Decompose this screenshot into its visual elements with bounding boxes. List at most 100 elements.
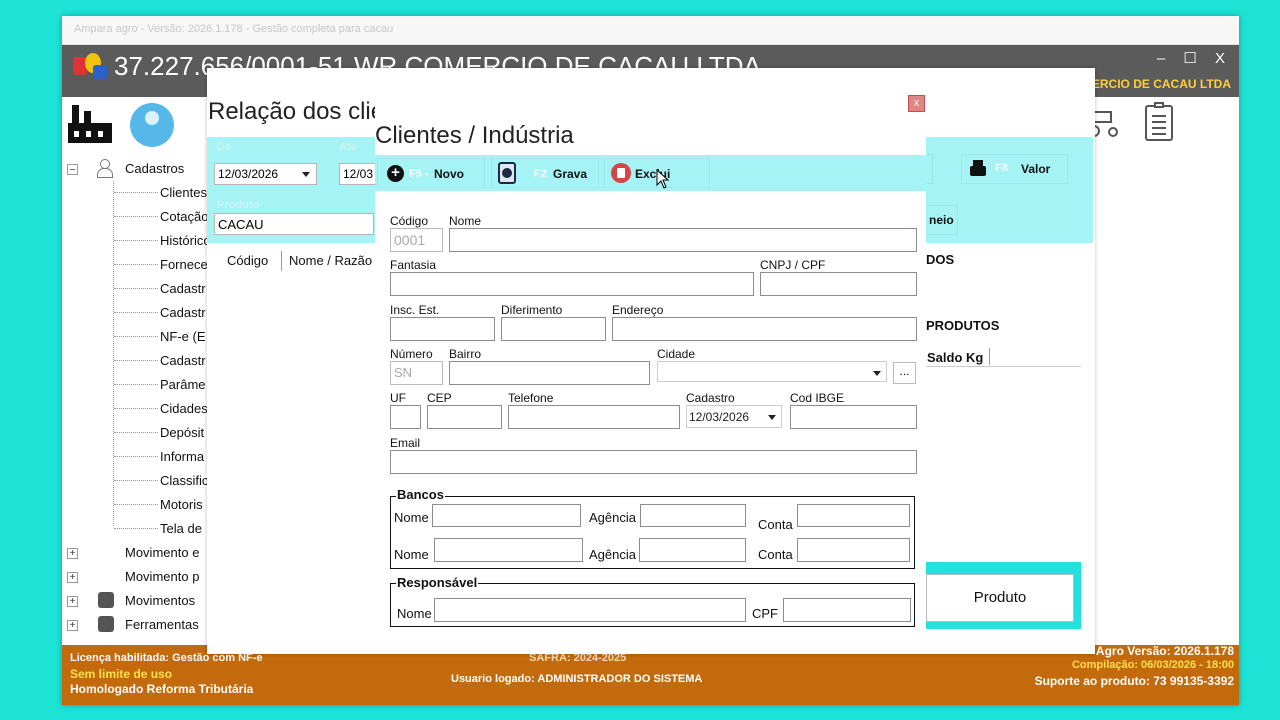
tree-item-label: Cadastr: [160, 305, 206, 320]
produto-input[interactable]: CACAU: [214, 213, 374, 235]
relacao-title: Relação dos clie: [208, 98, 385, 125]
tree-node-group[interactable]: + Movimento e: [62, 542, 207, 564]
minimize-button[interactable]: –: [1157, 50, 1165, 67]
grava-button[interactable]: F2 Grava: [491, 158, 599, 188]
mouse-cursor-icon: [656, 169, 670, 189]
telefone-field[interactable]: [508, 405, 680, 429]
tree-item[interactable]: Cotação: [62, 206, 208, 228]
banco2-nome-field[interactable]: [434, 538, 583, 562]
cadastros-icon: [96, 158, 114, 178]
tree-item[interactable]: Tela de: [62, 518, 207, 540]
movimentos-icon: [98, 592, 114, 608]
tree-node-group[interactable]: + Movimentos: [62, 590, 207, 612]
cod-ibge-label: Cod IBGE: [790, 391, 845, 405]
date-from-select[interactable]: 12/03/2026: [214, 163, 317, 185]
tree-item-label: Depósit: [160, 425, 205, 440]
banco2-conta-field[interactable]: [797, 538, 910, 562]
codigo-field[interactable]: 0001: [390, 228, 443, 252]
clipboard-icon[interactable]: [1145, 102, 1173, 141]
close-window-button[interactable]: X: [1215, 50, 1225, 67]
tree-item[interactable]: Parâme: [62, 374, 207, 396]
tree-item[interactable]: Depósit: [62, 422, 207, 444]
cadastro-date-select[interactable]: 12/03/2026: [686, 405, 782, 428]
responsavel-nome-label: Nome: [397, 606, 432, 621]
tree-item[interactable]: Cadastr: [62, 350, 207, 372]
maximize-button[interactable]: ☐: [1183, 49, 1196, 67]
tree-connector: [114, 216, 158, 217]
shortcut-key: F2: [534, 168, 547, 180]
tree-item[interactable]: Classific: [62, 470, 209, 492]
tree-item[interactable]: Motoris: [62, 494, 207, 516]
email-field[interactable]: [390, 450, 917, 474]
tree-node-cadastros[interactable]: – Cadastros: [62, 158, 207, 180]
banco1-conta-field[interactable]: [797, 504, 910, 527]
fantasia-field[interactable]: [390, 272, 754, 296]
button-label: Novo: [434, 167, 464, 181]
date-from-value: 12/03/2026: [218, 167, 279, 181]
expand-toggle[interactable]: +: [67, 620, 78, 631]
cod-ibge-field[interactable]: [790, 405, 917, 429]
numero-field[interactable]: SN: [390, 361, 443, 385]
valor-button[interactable]: F8 Valor: [961, 154, 1068, 184]
tree-item[interactable]: Fornece: [62, 254, 208, 276]
tree-item-label: Tela de: [160, 521, 202, 536]
tree-item[interactable]: Clientes: [62, 182, 207, 204]
tree-connector: [114, 408, 158, 409]
tree-node-group[interactable]: + Ferramentas: [62, 614, 207, 636]
collapse-toggle[interactable]: –: [67, 164, 78, 175]
responsavel-nome-field[interactable]: [434, 598, 746, 622]
expand-toggle[interactable]: +: [67, 572, 78, 583]
cnpj-field[interactable]: [760, 272, 917, 296]
cidade-select[interactable]: [657, 361, 887, 382]
tree-item[interactable]: NF-e (E: [62, 326, 207, 348]
button-label: Grava: [553, 167, 588, 181]
uf-field[interactable]: [390, 405, 421, 429]
bancos-title: Bancos: [396, 487, 445, 502]
insc-est-field[interactable]: [390, 317, 495, 341]
tree-node-group[interactable]: + Movimento p: [62, 566, 207, 588]
tree-item[interactable]: Cadastr: [62, 278, 207, 300]
cnpj-label: CNPJ / CPF: [760, 258, 826, 272]
diferimento-field[interactable]: [501, 317, 606, 341]
banco-agencia-label: Agência: [589, 510, 636, 525]
banco1-nome-field[interactable]: [432, 504, 581, 527]
banco2-agencia-field[interactable]: [639, 538, 746, 562]
bairro-label: Bairro: [449, 347, 482, 361]
tree-item[interactable]: Informa: [62, 446, 207, 468]
bairro-field[interactable]: [449, 361, 650, 385]
tree-item[interactable]: Histórico: [62, 230, 211, 252]
tree-node-label: Cadastros: [125, 161, 185, 176]
tree-item-label: Classific: [160, 473, 209, 488]
col-header-saldo[interactable]: Saldo Kg: [927, 350, 983, 365]
user-icon[interactable]: [130, 103, 174, 147]
col-header-nome[interactable]: Nome / Razão S: [289, 253, 384, 268]
fantasia-label: Fantasia: [390, 258, 437, 272]
no-limit-text: Sem limite de uso: [70, 667, 173, 681]
nome-field[interactable]: [449, 228, 917, 252]
responsavel-title: Responsável: [396, 575, 479, 590]
date-to-select[interactable]: 12/03: [339, 163, 379, 185]
col-header-codigo[interactable]: Código: [227, 253, 268, 268]
close-dialog-button[interactable]: x: [908, 95, 925, 112]
tree-item[interactable]: Cidades: [62, 398, 208, 420]
tree-item-label: Informa: [160, 449, 205, 464]
tree-connector: [114, 312, 158, 313]
tree-item-label: Cadastr: [160, 281, 206, 296]
tree-item[interactable]: Cadastr: [62, 302, 207, 324]
factory-icon[interactable]: [68, 103, 112, 143]
produto-button[interactable]: Produto: [926, 574, 1074, 622]
tree-connector: [114, 432, 158, 433]
cadastro-date-value: 12/03/2026: [689, 410, 750, 424]
banco-conta-label: Conta: [758, 547, 793, 562]
homologated-text: Homologado Reforma Tributária: [70, 682, 254, 696]
banco1-agencia-field[interactable]: [640, 504, 746, 527]
novo-button[interactable]: + F5 - Novo: [377, 158, 485, 188]
responsavel-cpf-field[interactable]: [783, 598, 911, 622]
clientes-title: Clientes / Indústria: [375, 122, 574, 149]
tree-connector: [114, 264, 158, 265]
endereco-field[interactable]: [612, 317, 917, 341]
cidade-lookup-button[interactable]: ...: [893, 362, 916, 384]
expand-toggle[interactable]: +: [67, 596, 78, 607]
cep-field[interactable]: [427, 405, 502, 429]
expand-toggle[interactable]: +: [67, 548, 78, 559]
